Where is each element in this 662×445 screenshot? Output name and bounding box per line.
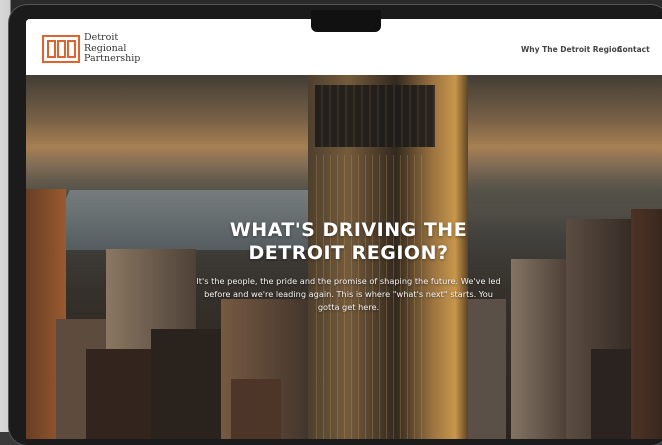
camera-notch	[311, 10, 381, 32]
brand-wordmark[interactable]: Detroit Regional Partnership	[84, 32, 141, 65]
hero-section: WHAT'S DRIVING THE DETROIT REGION? It's …	[26, 75, 662, 439]
nav-link-contact[interactable]: Contact	[617, 45, 650, 54]
laptop-device-frame: Detroit Regional Partnership Why The Det…	[9, 5, 662, 445]
hero-title-line-2: DETROIT REGION?	[248, 242, 449, 264]
hero-title: WHAT'S DRIVING THE DETROIT REGION?	[26, 219, 662, 265]
hero-subtitle: It's the people, the pride and the promi…	[196, 276, 501, 312]
hero-title-line-1: WHAT'S DRIVING THE	[229, 219, 468, 241]
drp-logo-icon[interactable]	[42, 35, 80, 63]
brand-line-3: Partnership	[84, 53, 141, 64]
brand-line-1: Detroit	[84, 32, 119, 43]
nav-link-why-detroit[interactable]: Why The Detroit Region	[521, 45, 622, 54]
browser-viewport: Detroit Regional Partnership Why The Det…	[26, 19, 662, 439]
